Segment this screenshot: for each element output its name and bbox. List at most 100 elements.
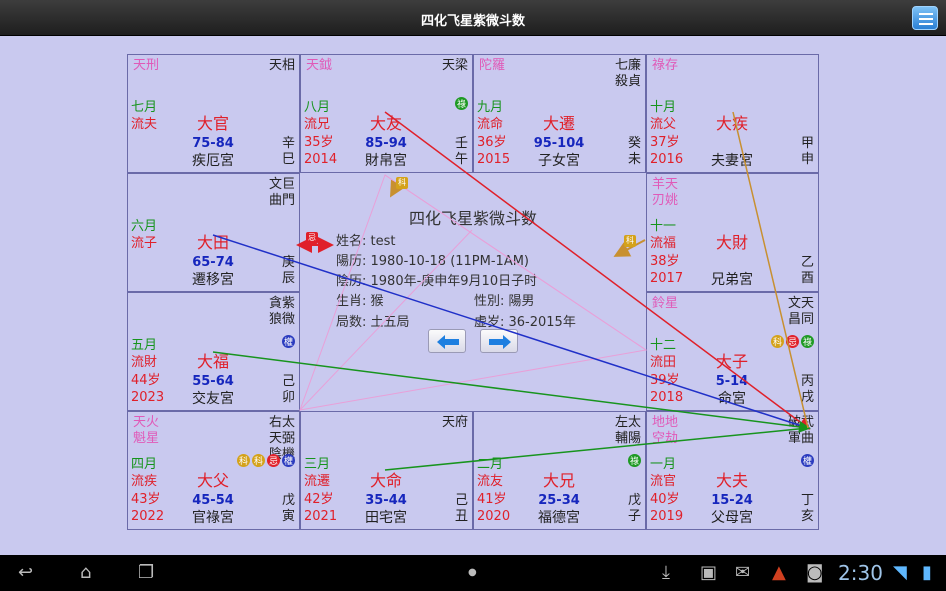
- transform-badge: 權: [282, 454, 295, 467]
- minor-stars: 鈴星: [651, 296, 678, 311]
- stem-branch: 癸未: [627, 136, 641, 167]
- flow-label: 流財: [131, 355, 158, 370]
- decade-palace: 大友: [369, 114, 402, 133]
- palace-cell-xu[interactable]: 鈴星 文天昌同 十二 流田 39岁 2018 大子 5-14 命宮 丙戌 科忌祿: [646, 292, 819, 411]
- decade-range: 25-34: [538, 493, 580, 508]
- decade-palace: 大官: [196, 114, 229, 133]
- decade-range: 85-94: [365, 136, 407, 151]
- ji-tag: 忌: [306, 232, 318, 244]
- minor-stars: 祿存: [651, 58, 678, 73]
- flow-month: 四月: [131, 457, 158, 472]
- year-label: 2017: [650, 271, 684, 286]
- bag-icon[interactable]: ◙: [806, 555, 823, 591]
- next-year-button[interactable]: [480, 329, 518, 353]
- palace-cell-chou[interactable]: 天府 三月 流遷 42岁 2021 大命 35-44 田宅宮 己丑: [300, 411, 473, 530]
- palace-name: 夫妻宮: [711, 153, 753, 169]
- palace-name: 交友宮: [192, 391, 234, 407]
- palace-name: 福德宮: [538, 510, 580, 526]
- palace-cell-chen[interactable]: 文巨曲門 六月 流子 大田 65-74 遷移宮 庚辰: [127, 173, 300, 292]
- age-label: 35岁: [304, 135, 334, 150]
- palace-cell-wei[interactable]: 陀羅 七廉殺貞 九月 流命 36岁 2015 大遷 95-104 子女宮 癸未: [473, 54, 646, 173]
- title-bar: 四化飞星紫微斗数: [0, 0, 946, 36]
- decade-range: 65-74: [192, 255, 234, 270]
- transform-badge: 祿: [628, 454, 641, 467]
- palace-name: 疾厄宮: [192, 153, 234, 169]
- stem-branch: 己丑: [454, 493, 468, 524]
- major-stars: 左太輔陽: [614, 415, 641, 446]
- palace-cell-zi[interactable]: 左太輔陽 二月 流友 41岁 2020 大兄 25-34 福德宮 戊子 祿: [473, 411, 646, 530]
- arrow-right-icon: [489, 335, 511, 349]
- app-title: 四化飞星紫微斗数: [420, 14, 525, 29]
- prev-year-button[interactable]: [428, 329, 466, 353]
- info-lunar: 陰历: 1980年-庚申年9月10日子时: [336, 274, 538, 289]
- palace-name: 父母宮: [711, 510, 753, 526]
- flow-label: 流疾: [131, 474, 158, 489]
- flow-label: 流父: [650, 117, 677, 132]
- palace-cell-mao[interactable]: 貪紫狼微 五月 流財 44岁 2023 大福 55-64 交友宮 己卯 權: [127, 292, 300, 411]
- flow-month: 十月: [650, 100, 677, 115]
- decade-range: 55-64: [192, 374, 234, 389]
- age-label: 37岁: [650, 135, 680, 150]
- age-label: 44岁: [131, 373, 161, 388]
- transform-badge: 忌: [267, 454, 280, 467]
- palace-name: 官祿宮: [192, 510, 234, 526]
- palace-cell-wu[interactable]: 天鉞 天梁 八月 流兄 35岁 2014 大友 85-94 財帛宮 壬午 祿: [300, 54, 473, 173]
- decade-range: 45-54: [192, 493, 234, 508]
- decade-palace: 大財: [715, 233, 748, 252]
- recent-apps-icon[interactable]: ❐: [138, 555, 154, 591]
- battery-icon: ▮: [922, 562, 932, 583]
- minor-stars: 陀羅: [478, 58, 505, 73]
- info-zodiac: 生肖: 猴: [336, 294, 384, 309]
- transform-badge: 忌: [786, 335, 799, 348]
- flow-label: 流田: [650, 355, 677, 370]
- major-stars: 文天昌同: [787, 296, 814, 327]
- stem-branch: 壬午: [454, 136, 468, 167]
- palace-cell-shen[interactable]: 祿存 十月 流父 37岁 2016 大疾 夫妻宮 甲申: [646, 54, 819, 173]
- mail-icon[interactable]: ✉: [735, 555, 750, 591]
- stem-branch: 辛巳: [281, 136, 295, 167]
- decade-range: 35-44: [365, 493, 407, 508]
- image-icon[interactable]: ▣: [700, 555, 717, 591]
- decade-palace: 大遷: [542, 114, 575, 133]
- info-gender: 性別: 陽男: [474, 294, 535, 309]
- stem-branch: 戊子: [627, 493, 641, 524]
- decade-palace: 大子: [715, 352, 748, 371]
- transform-badge: 科: [771, 335, 784, 348]
- back-icon[interactable]: ↩: [18, 555, 33, 591]
- flow-label: 流福: [650, 236, 677, 251]
- info-name: 姓名: test: [336, 234, 396, 249]
- major-stars: 天相: [268, 58, 295, 73]
- center-title: 四化飞星紫微斗数: [408, 209, 537, 228]
- flow-label: 流兄: [304, 117, 331, 132]
- ke-tag: 科: [624, 235, 636, 247]
- age-label: 40岁: [650, 492, 680, 507]
- palace-name: 子女宮: [538, 153, 580, 169]
- decade-range: 5-14: [715, 374, 749, 389]
- year-label: 2015: [477, 152, 511, 167]
- decade-palace: 大兄: [542, 471, 575, 490]
- info-bureau: 局数: 土五局: [336, 315, 410, 330]
- palace-cell-si[interactable]: 天刑 天相 七月 流夫 大官 75-84 疾厄宮 辛巳: [127, 54, 300, 173]
- palace-name: 兄弟宮: [711, 272, 753, 288]
- flow-month: 六月: [131, 219, 158, 234]
- flow-label: 流友: [477, 474, 504, 489]
- transform-badge: 權: [801, 454, 814, 467]
- transform-badge: 權: [282, 335, 295, 348]
- download-icon[interactable]: ⤓: [662, 555, 670, 591]
- palace-cell-yin[interactable]: 天火魁星 右太天弼陰機 四月 流疾 43岁 2022 大父 45-54 官祿宮 戊寅科科忌權: [127, 411, 300, 530]
- year-label: 2019: [650, 509, 684, 524]
- home-icon[interactable]: ⌂: [80, 555, 91, 591]
- stem-branch: 丁亥: [800, 493, 814, 524]
- minor-stars: 天鉞: [305, 58, 332, 73]
- year-label: 2022: [131, 509, 165, 524]
- palace-cell-you[interactable]: 羊天刃姚 十一 流福 38岁 2017 大財 兄弟宮 乙酉: [646, 173, 819, 292]
- app-notification-icon[interactable]: ▲: [772, 555, 786, 591]
- menu-icon[interactable]: [912, 6, 938, 30]
- stem-branch: 庚辰: [281, 255, 295, 286]
- age-label: 36岁: [477, 135, 507, 150]
- palace-cell-hai[interactable]: 地地空劫 破武軍曲 一月 流官 40岁 2019 大夫 15-24 父母宮 丁亥 權: [646, 411, 819, 530]
- decade-range: 75-84: [192, 136, 234, 151]
- flow-month: 二月: [477, 457, 504, 472]
- major-stars: 貪紫狼微: [268, 296, 295, 327]
- major-stars: 天府: [441, 415, 468, 430]
